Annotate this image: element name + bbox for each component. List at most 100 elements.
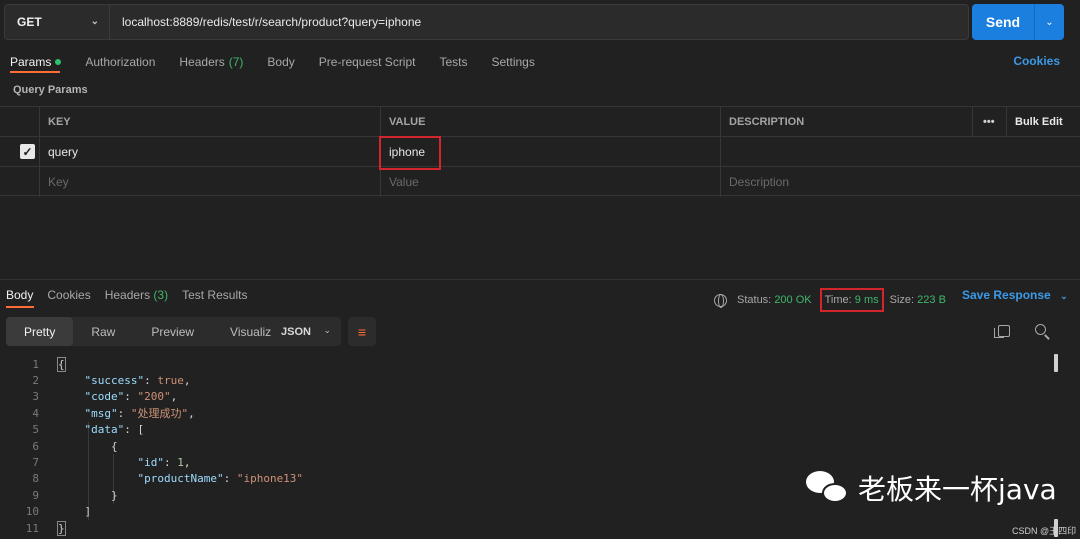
tab-authorization[interactable]: Authorization [85,54,155,70]
response-body-code: 1{ 2 "success": true, 3 "code": "200", 4… [0,356,1080,536]
tab-response-body[interactable]: Body [6,288,33,302]
key-placeholder[interactable]: Key [39,167,380,197]
tab-label: Tests [439,55,468,69]
response-tabs: Body Cookies Headers (3) Test Results [6,288,261,308]
format-select[interactable]: JSON ⌄ [271,317,341,346]
response-view-bar: Pretty Raw Preview Visualize JSON ⌄ ≡ [6,317,376,346]
table-header-row: KEY VALUE DESCRIPTION ••• Bulk Edit [0,106,1080,137]
chevron-down-icon: ⌄ [90,16,99,27]
description-placeholder[interactable]: Description [720,167,1080,197]
line-number: 5 [32,423,39,437]
value-highlight-box [379,136,441,170]
watermark-text: 老板来一杯java [858,473,1057,506]
code-line: 11} [0,520,1080,536]
tab-response-cookies[interactable]: Cookies [47,288,90,302]
code-line: 1{ [0,356,1080,372]
tab-response-headers[interactable]: Headers (3) [105,288,168,302]
tab-pre-request-script[interactable]: Pre-request Script [319,54,416,70]
json-value: "处理成功" [130,407,189,421]
tab-settings[interactable]: Settings [492,54,535,70]
tab-label: Authorization [85,55,156,69]
save-response-button[interactable]: Save Response ⌄ [962,288,1068,302]
format-label: JSON [281,325,311,338]
view-pretty-button[interactable]: Pretty [6,317,74,346]
tab-body[interactable]: Body [267,54,294,70]
csdn-watermark: CSDN @王四印 [1012,526,1077,536]
line-number: 3 [32,390,39,404]
value-placeholder[interactable]: Value [380,167,720,197]
save-response-label: Save Response [962,288,1051,302]
size-label: Size: [889,294,915,306]
table-row-empty: Key Value Description [0,166,1080,197]
headers-count: (3) [153,288,169,302]
tab-label: Settings [491,55,535,69]
code-text: "id": 1, [137,456,191,470]
line-number: 1 [32,357,39,371]
table-row: ✓ query iphone [0,136,1080,167]
chevron-down-icon[interactable]: ⌄ [1035,17,1064,28]
param-key-cell[interactable]: query [39,137,380,167]
code-text: { [110,439,118,453]
cookies-link[interactable]: Cookies [1013,54,1060,68]
tab-label: Pre-request Script [318,55,416,69]
time-highlight-box: Time: 9 ms [819,288,884,312]
checkbox-checked-icon[interactable]: ✓ [20,144,35,159]
code-line: 4 "msg": "处理成功", [0,405,1080,421]
copy-icon[interactable] [994,325,1010,338]
search-icon[interactable] [1035,324,1046,335]
method-label: GET [17,15,42,29]
json-value: true [157,374,184,388]
method-select[interactable]: GET ⌄ [4,4,110,40]
tab-label: Headers [104,288,151,302]
response-status: Status: 200 OK Time: 9 ms Size: 223 B [714,288,946,312]
code-line: 6 { [0,438,1080,454]
tab-headers[interactable]: Headers (7) [179,54,243,70]
line-number: 9 [32,488,39,502]
col-description-header: DESCRIPTION [720,107,972,137]
code-text: } [110,488,118,502]
params-active-dot [55,59,62,65]
tab-params[interactable]: Params [10,54,62,70]
code-text: { [57,356,66,372]
json-key: "data" [84,423,125,437]
code-text: } [57,520,66,536]
chevron-down-icon: ⌄ [323,325,331,335]
view-raw-button[interactable]: Raw [73,317,133,346]
code-line: 2 "success": true, [0,372,1080,388]
code-text: "success": true, [84,374,191,388]
code-line: 3 "code": "200", [0,389,1080,405]
chevron-down-icon: ⌄ [1060,291,1068,301]
code-text: "msg": "处理成功", [84,407,195,421]
code-text: "productName": "iphone13" [137,472,304,486]
col-key-header: KEY [39,107,380,137]
param-description-cell[interactable] [720,137,1080,167]
line-number: 11 [25,521,39,535]
wechat-logo-icon [806,469,850,507]
status-label: Status: [737,294,772,306]
code-text: ] [84,505,92,519]
wrap-lines-icon[interactable]: ≡ [348,317,376,346]
line-number: 6 [32,439,39,453]
tab-tests[interactable]: Tests [439,54,467,70]
response-divider [0,279,1080,280]
view-preview-button[interactable]: Preview [133,317,212,346]
json-key: "id" [137,456,164,470]
status-value: 200 OK [774,294,812,306]
globe-icon[interactable] [714,293,727,308]
tab-test-results[interactable]: Test Results [182,288,247,302]
line-number: 8 [32,472,39,486]
tab-label: Body [267,55,295,69]
more-options-icon[interactable]: ••• [972,107,1006,137]
bulk-edit-button[interactable]: Bulk Edit [1006,107,1080,137]
url-input[interactable]: localhost:8889/redis/test/r/search/produ… [110,4,969,40]
send-label: Send [985,14,1021,30]
vertical-scrollbar[interactable] [1054,354,1058,372]
send-button[interactable]: Send ⌄ [972,4,1064,40]
time-value: 9 ms [854,294,879,306]
json-key: "code" [84,390,125,404]
size-value: 223 B [917,294,946,306]
code-text: "code": "200", [84,390,178,404]
request-bar: GET ⌄ localhost:8889/redis/test/r/search… [4,4,1076,40]
line-number: 10 [25,505,39,519]
time-label: Time: [824,294,852,306]
